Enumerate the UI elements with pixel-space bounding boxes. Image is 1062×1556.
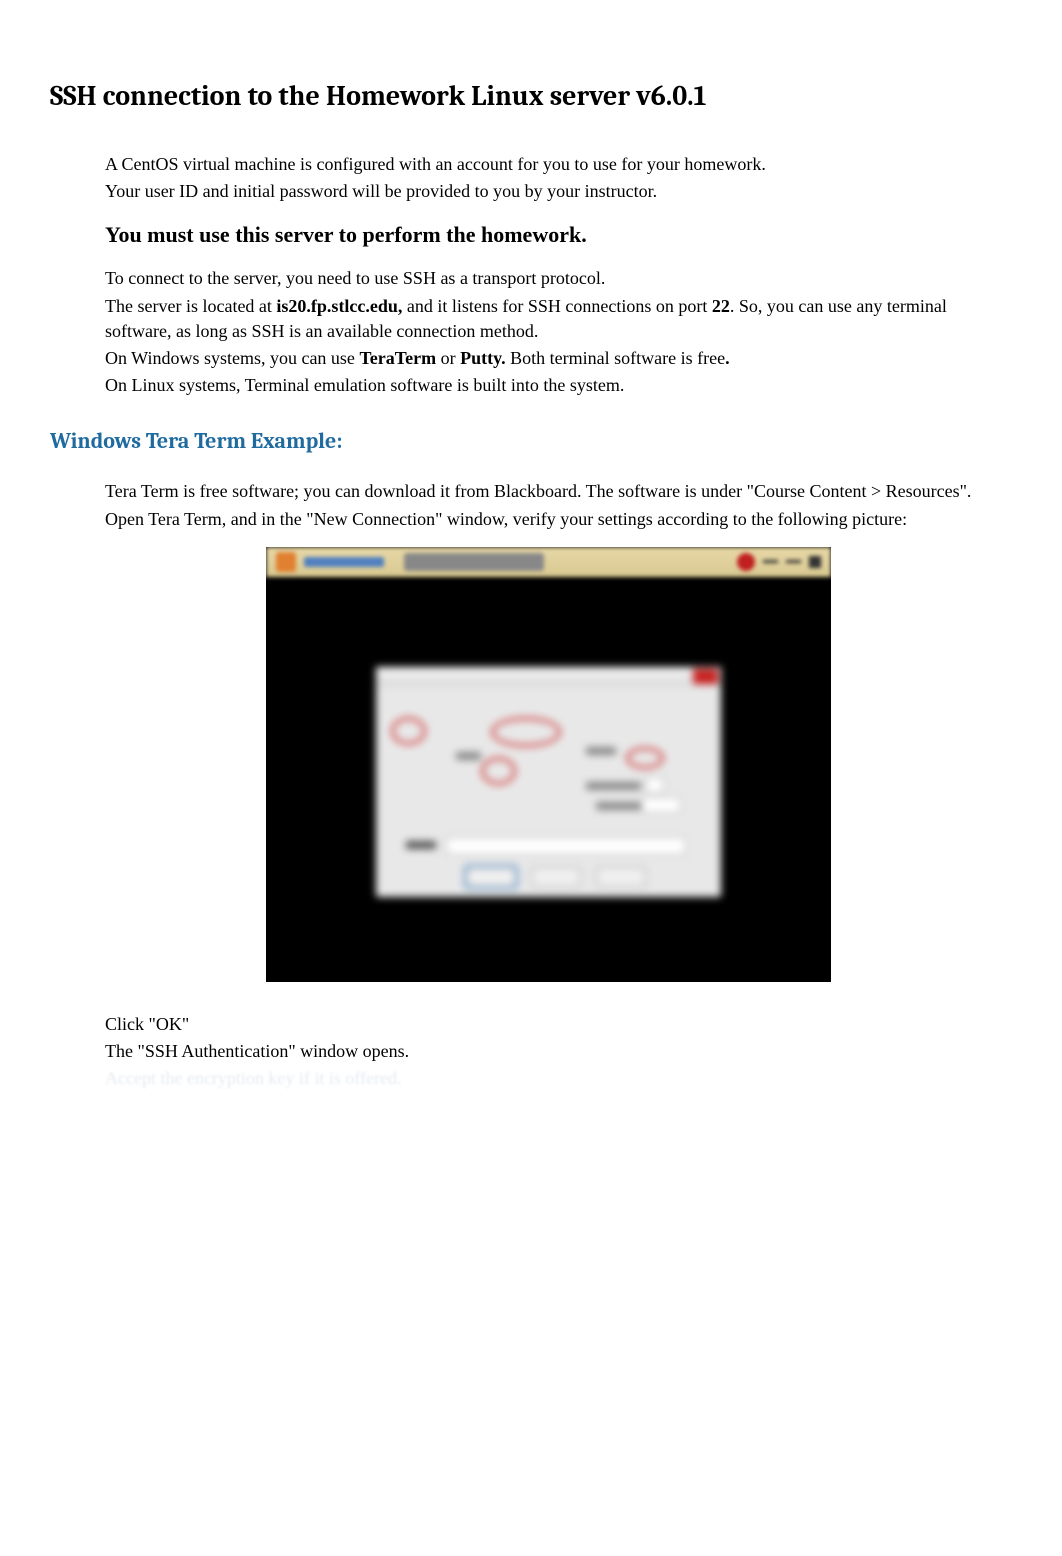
new-connection-dialog xyxy=(376,667,721,897)
dialog-label xyxy=(586,782,641,790)
after-image-block: Click "OK" The "SSH Authentication" wind… xyxy=(50,1012,1012,1092)
server-port: 22 xyxy=(712,296,730,316)
dialog-label xyxy=(586,747,616,755)
dialog-input xyxy=(446,837,686,855)
teraterm-p2: Open Tera Term, and in the "New Connecti… xyxy=(105,507,992,532)
dialog-body xyxy=(376,687,721,717)
dialog-input xyxy=(646,777,664,793)
titlebar-tab xyxy=(404,553,544,571)
teraterm-block: Tera Term is free software; you can down… xyxy=(50,479,1012,981)
dialog-label xyxy=(456,752,481,760)
annotation-circle xyxy=(491,717,561,747)
server-hostname: is20.fp.stlcc.edu, xyxy=(276,296,402,316)
section-heading-teraterm: Windows Tera Term Example: xyxy=(50,428,1012,454)
intro-line-2: Your user ID and initial password will b… xyxy=(105,179,992,204)
teraterm-p1: Tera Term is free software; you can down… xyxy=(105,479,992,504)
help-button xyxy=(596,867,646,887)
page-title: SSH connection to the Homework Linux ser… xyxy=(50,80,1012,112)
after-line-1: Click "OK" xyxy=(105,1012,1012,1037)
text-fragment: or xyxy=(436,348,460,368)
titlebar-badge-icon xyxy=(737,553,755,571)
dialog-button-row xyxy=(466,867,646,887)
after-line-2: The "SSH Authentication" window opens. xyxy=(105,1039,1012,1064)
connect-line-3: On Windows systems, you can use TeraTerm… xyxy=(105,346,992,371)
dialog-label xyxy=(596,802,641,810)
connect-line-1: To connect to the server, you need to us… xyxy=(105,266,992,291)
titlebar-controls xyxy=(737,553,821,571)
cancel-button xyxy=(531,867,581,887)
text-fragment: The server is located at xyxy=(105,296,276,316)
annotation-circle xyxy=(481,757,516,785)
close-icon xyxy=(809,556,821,568)
mandate-heading: You must use this server to perform the … xyxy=(105,222,992,248)
maximize-icon xyxy=(786,560,801,563)
dialog-label xyxy=(406,841,436,849)
annotation-circle xyxy=(391,717,426,745)
tool-putty: Putty. xyxy=(460,348,506,368)
titlebar-text xyxy=(304,557,384,567)
dialog-field-row xyxy=(406,837,686,855)
screenshot-titlebar xyxy=(266,547,831,577)
text-fragment: On Windows systems, you can use xyxy=(105,348,359,368)
dialog-input xyxy=(641,797,681,813)
ok-button xyxy=(466,867,516,887)
dialog-close-icon xyxy=(693,669,718,684)
minimize-icon xyxy=(763,560,778,563)
intro-block: A CentOS virtual machine is configured w… xyxy=(50,152,1012,398)
dialog-header xyxy=(376,667,721,687)
text-fragment: and it listens for SSH connections on po… xyxy=(402,296,711,316)
connect-line-4: On Linux systems, Terminal emulation sof… xyxy=(105,373,992,398)
text-fragment: . xyxy=(725,348,730,368)
teraterm-screenshot xyxy=(266,547,831,982)
tool-teraterm: TeraTerm xyxy=(359,348,436,368)
after-line-3-faded: Accept the encryption key if it is offer… xyxy=(105,1066,1012,1091)
annotation-circle xyxy=(626,747,664,769)
text-fragment: Both terminal software is free xyxy=(506,348,725,368)
titlebar-icon xyxy=(276,552,296,572)
connect-line-2: The server is located at is20.fp.stlcc.e… xyxy=(105,294,992,344)
intro-line-1: A CentOS virtual machine is configured w… xyxy=(105,152,992,177)
